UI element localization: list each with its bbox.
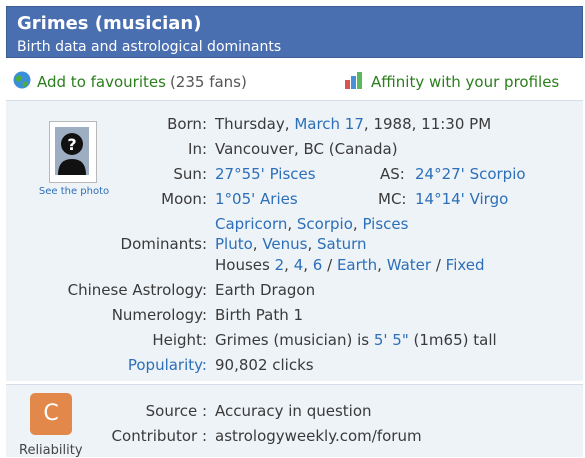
- dominant-sign-link[interactable]: Pisces: [362, 215, 408, 233]
- chinese-astrology-label: Chinese Astrology:: [67, 281, 207, 299]
- source-label: Source :: [145, 402, 207, 420]
- element-link[interactable]: Earth: [337, 256, 377, 274]
- bar-chart-icon: [344, 70, 366, 94]
- contributor-value: astrologyweekly.com/forum: [215, 427, 422, 445]
- contributor-label: Contributor :: [111, 427, 207, 445]
- height-feet-link[interactable]: 5': [374, 331, 388, 349]
- born-label: Born:: [167, 115, 207, 133]
- in-label: In:: [188, 140, 207, 158]
- dominant-houses: Houses 2, 4, 6 / Earth, Water / Fixed: [215, 256, 485, 274]
- photo-thumbnail[interactable]: ?: [49, 121, 97, 183]
- action-bar: Add to favourites (235 fans) Affinity wi…: [6, 58, 583, 100]
- dominant-signs: Capricorn, Scorpio, Pisces: [215, 215, 409, 233]
- affinity-link[interactable]: Affinity with your profiles: [344, 70, 559, 94]
- dominant-planets: Pluto, Venus, Saturn: [215, 235, 367, 253]
- height-inches-link[interactable]: 5": [392, 331, 408, 349]
- see-the-photo-link[interactable]: See the photo: [36, 186, 112, 197]
- source-value: Accuracy in question: [215, 402, 372, 420]
- popularity-value: 90,802 clicks: [215, 356, 314, 374]
- page-title: Grimes (musician): [17, 13, 202, 34]
- birth-date-link[interactable]: March 17: [294, 115, 364, 133]
- popularity-link[interactable]: Popularity:: [128, 355, 207, 375]
- dominant-planet-link[interactable]: Pluto: [215, 235, 253, 253]
- sun-label: Sun:: [173, 165, 207, 183]
- numerology-label: Numerology:: [111, 306, 207, 324]
- fans-count: (235 fans): [169, 73, 247, 91]
- height-name: Grimes (musician) is: [215, 331, 370, 349]
- mc-label: MC:: [378, 190, 407, 208]
- born-value: Thursday, March 17, 1988, 11:30 PM: [215, 114, 491, 134]
- dominant-planet-link[interactable]: Saturn: [317, 235, 367, 253]
- house-link[interactable]: 6: [313, 256, 323, 274]
- height-metric: (1m65) tall: [413, 331, 497, 349]
- unknown-person-icon: ?: [55, 127, 89, 175]
- chinese-astrology-value: Earth Dragon: [215, 281, 316, 299]
- element-link[interactable]: Water: [387, 256, 431, 274]
- midheaven-link[interactable]: 14°14' Virgo: [415, 189, 508, 209]
- dominant-sign-link[interactable]: Scorpio: [297, 215, 353, 233]
- sun-sign-link[interactable]: 27°55' Pisces: [215, 164, 316, 184]
- numerology-value: Birth Path 1: [215, 306, 304, 324]
- house-link[interactable]: 2: [275, 256, 285, 274]
- houses-prefix: Houses: [215, 256, 270, 274]
- moon-sign-link[interactable]: 1°05' Aries: [215, 189, 298, 209]
- ascendant-link[interactable]: 24°27' Scorpio: [415, 164, 526, 184]
- dominant-planet-link[interactable]: Venus: [262, 235, 307, 253]
- birth-data-panel: ? See the photo Born: Thursday, March 17…: [6, 100, 583, 381]
- dominants-label: Dominants:: [120, 235, 207, 253]
- height-value: Grimes (musician) is 5' 5" (1m65) tall: [215, 330, 497, 350]
- source-panel: C Reliability Source : Accuracy in quest…: [6, 384, 583, 458]
- moon-label: Moon:: [161, 190, 207, 208]
- affinity-label: Affinity with your profiles: [371, 73, 560, 91]
- page-header: Grimes (musician) Birth data and astrolo…: [6, 6, 583, 58]
- birthplace-value: Vancouver, BC (Canada): [215, 140, 398, 158]
- reliability-badge: C: [30, 393, 72, 435]
- globe-icon: [12, 70, 32, 94]
- modality-link[interactable]: Fixed: [446, 256, 485, 274]
- as-label: AS:: [380, 165, 405, 183]
- dominant-sign-link[interactable]: Capricorn: [215, 215, 287, 233]
- add-to-favourites-link[interactable]: Add to favourites (235 fans): [12, 70, 247, 94]
- page-subtitle: Birth data and astrological dominants: [17, 39, 282, 55]
- born-day: Thursday,: [215, 115, 290, 133]
- born-year-time: , 1988, 11:30 PM: [363, 115, 492, 133]
- house-link[interactable]: 4: [294, 256, 304, 274]
- height-label: Height:: [152, 331, 207, 349]
- svg-text:?: ?: [67, 135, 76, 154]
- favourites-label: Add to favourites: [37, 73, 166, 91]
